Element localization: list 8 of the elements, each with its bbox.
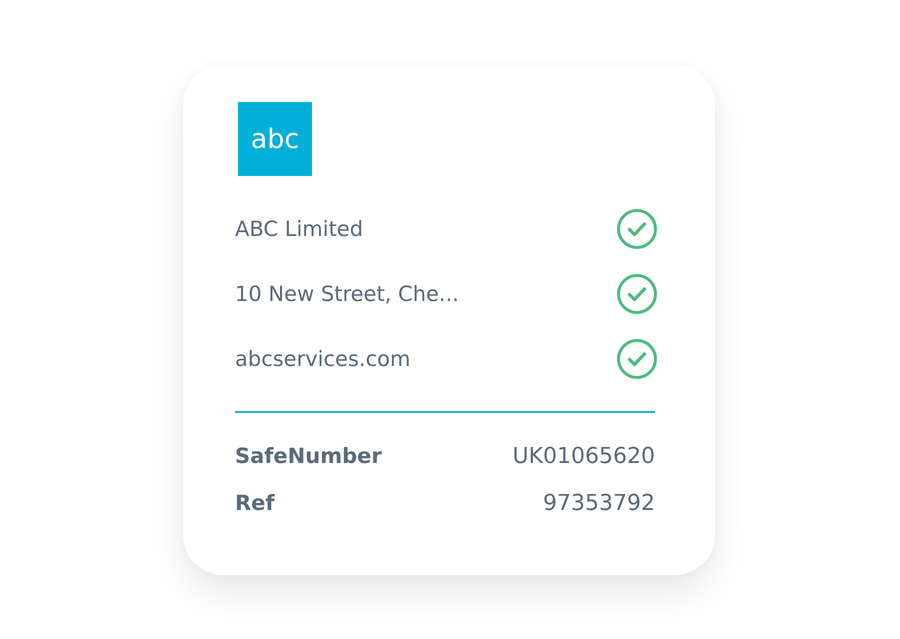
identifier-label: Ref [235,491,275,515]
company-logo: abc [238,102,312,176]
detail-text: 10 New Street, Che... [235,282,459,306]
identifier-value: UK01065620 [512,444,655,468]
identifier-value: 97353792 [543,490,655,516]
detail-text: abcservices.com [235,347,410,371]
identifier-label: SafeNumber [235,444,382,468]
detail-text: ABC Limited [235,217,364,241]
